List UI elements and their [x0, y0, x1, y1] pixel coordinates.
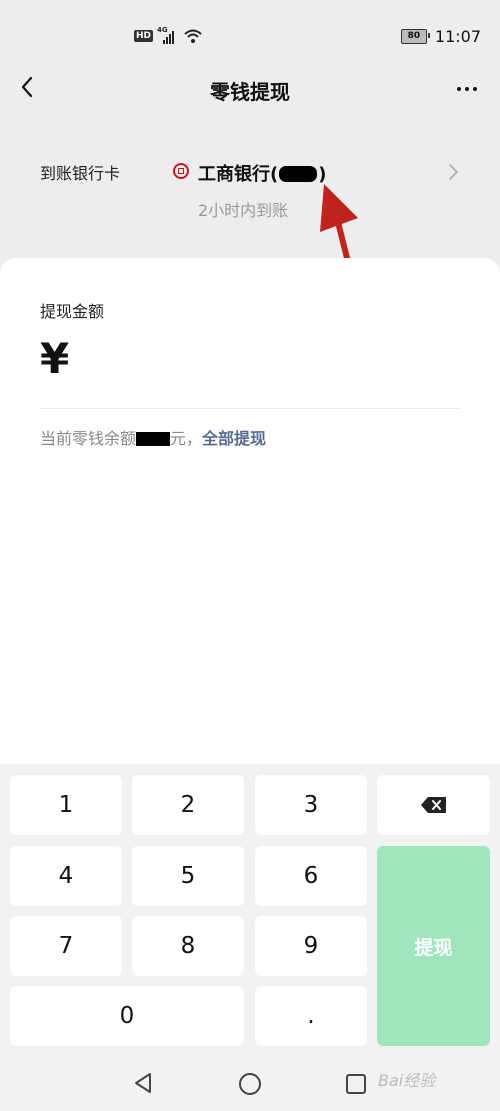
key-1[interactable]: 1: [10, 775, 122, 835]
redacted-balance: [136, 432, 171, 446]
page-title: 零钱提现: [210, 80, 290, 104]
key-5[interactable]: 5: [132, 846, 244, 906]
recents-square-icon[interactable]: [345, 1073, 367, 1095]
watermark: Bai经验: [378, 1071, 436, 1090]
key-0[interactable]: 0: [10, 986, 244, 1046]
key-6[interactable]: 6: [255, 846, 367, 906]
icbc-logo-icon: [173, 163, 189, 179]
status-right: 80 11:07: [400, 26, 481, 46]
bank-name: 工商银行(): [198, 164, 327, 185]
currency-symbol: ¥: [40, 334, 70, 383]
delete-key[interactable]: [377, 775, 490, 835]
bank-card-label: 到账银行卡: [40, 164, 121, 183]
back-triangle-icon[interactable]: [132, 1072, 154, 1094]
nav-bar: 零钱提现: [0, 64, 500, 112]
wifi-icon: [184, 29, 202, 43]
balance-info: 当前零钱余额 元，全部提现: [40, 429, 267, 448]
withdraw-card: 提现金额 ¥ 当前零钱余额 元，全部提现: [0, 258, 500, 768]
key-8[interactable]: 8: [132, 916, 244, 976]
key-2[interactable]: 2: [132, 775, 244, 835]
number-keypad: 1 2 3 4 5 6 7 8 9 0 . 提现: [0, 764, 500, 1056]
key-7[interactable]: 7: [10, 916, 122, 976]
key-4[interactable]: 4: [10, 846, 122, 906]
chevron-right-icon: [449, 164, 458, 180]
divider: [40, 408, 460, 409]
battery-icon: 80: [400, 28, 430, 44]
redacted-card-number: [279, 166, 318, 182]
status-indicators: HD 4G: [134, 26, 203, 46]
status-bar: HD 4G 80 11:07: [0, 0, 500, 72]
key-9[interactable]: 9: [255, 916, 367, 976]
arrival-time: 2小时内到账: [198, 201, 289, 220]
backspace-icon: [420, 797, 446, 813]
more-button[interactable]: [452, 74, 482, 104]
key-decimal[interactable]: .: [255, 986, 367, 1046]
home-circle-icon[interactable]: [238, 1072, 262, 1096]
bank-card-selector[interactable]: 到账银行卡 工商银行() 2小时内到账: [0, 140, 500, 240]
withdraw-all-link[interactable]: 全部提现: [202, 429, 266, 448]
clock: 11:07: [434, 26, 481, 46]
more-dots-icon: [457, 87, 461, 91]
key-3[interactable]: 3: [255, 775, 367, 835]
hd-badge: HD: [134, 30, 154, 42]
cellular-signal-icon: 4G: [157, 26, 179, 44]
submit-withdraw-button[interactable]: 提现: [377, 846, 490, 1046]
amount-label: 提现金额: [40, 302, 105, 321]
